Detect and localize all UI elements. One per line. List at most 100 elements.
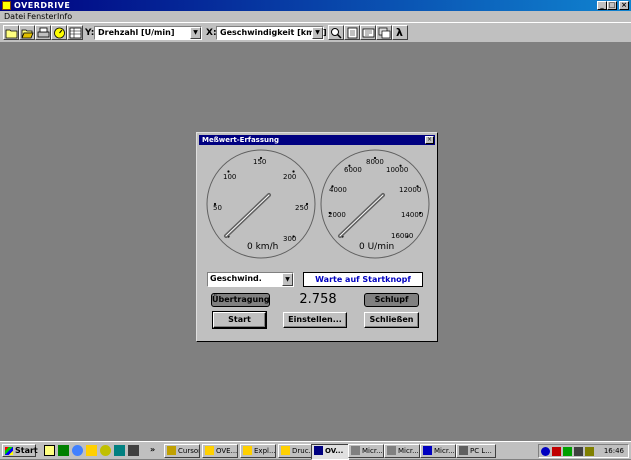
rpm-tick-2000: 2000	[328, 211, 346, 219]
network-icon[interactable]	[114, 445, 125, 456]
new-file-button[interactable]	[3, 25, 19, 40]
app-icon	[167, 446, 176, 455]
task-overdrive-1[interactable]: OVE...	[202, 444, 238, 458]
task-cursor[interactable]: Cursor	[164, 444, 200, 458]
stack-icon	[378, 27, 391, 39]
menu-info[interactable]: Info	[57, 12, 72, 21]
print-button[interactable]	[35, 25, 51, 40]
close-button[interactable]: ×	[619, 1, 629, 10]
zoom-button[interactable]	[328, 25, 344, 40]
close-dialog-button[interactable]: Schließen	[364, 312, 419, 328]
rpm-tick-10000: 10000	[386, 166, 409, 174]
app-title: OVERDRIVE	[14, 1, 71, 10]
page-button[interactable]	[344, 25, 360, 40]
speed-tick-250: 250	[295, 204, 309, 212]
more-icons-chevron[interactable]: »	[150, 445, 155, 454]
clock-icon	[54, 27, 65, 39]
toolbar: Y: Drehzahl [U/min] ▼ X: Geschwindigkeit…	[0, 22, 631, 43]
speed-tick-300: 300	[283, 235, 297, 243]
notepad-icon[interactable]	[44, 445, 55, 456]
rpm-tick-6000: 6000	[344, 166, 362, 174]
x-axis-label: X:	[206, 28, 217, 38]
task-printer[interactable]: Druc...	[278, 444, 314, 458]
folder-icon	[243, 446, 252, 455]
task-label: Micr...	[434, 447, 455, 455]
task-label: PC L...	[470, 447, 492, 455]
desktop-icon[interactable]	[128, 445, 139, 456]
menu-bar: Datei Fenster Info	[0, 11, 631, 22]
app-title-bar: OVERDRIVE _ □ ×	[0, 0, 631, 11]
app-icon	[351, 446, 360, 455]
start-button[interactable]: Start	[2, 444, 38, 457]
speed-tick-50: 50	[213, 204, 222, 212]
lambda-button[interactable]: λ	[392, 25, 408, 40]
chevron-down-icon[interactable]: ▼	[312, 27, 323, 39]
settings-button[interactable]: Einstellen...	[283, 312, 347, 328]
folder-icon[interactable]	[86, 445, 97, 456]
minimize-button[interactable]: _	[597, 1, 607, 10]
monitor-tray-icon[interactable]	[585, 447, 594, 456]
rpm-tick-14000: 14000	[401, 211, 424, 219]
rpm-tick-4000: 4000	[329, 186, 347, 194]
open-file-button[interactable]	[19, 25, 35, 40]
task-label: Micr...	[362, 447, 383, 455]
menu-datei[interactable]: Datei	[4, 12, 25, 21]
app-icon	[459, 446, 468, 455]
open-folder-icon	[21, 29, 34, 39]
gauge-button[interactable]	[51, 25, 67, 40]
globe-icon[interactable]	[72, 445, 83, 456]
y-axis-select[interactable]: Drehzahl [U/min] ▼	[94, 26, 202, 40]
speed-tick-200: 200	[283, 173, 297, 181]
speaker-tray-icon[interactable]	[574, 447, 583, 456]
app-icon[interactable]	[2, 1, 11, 10]
folder-icon	[281, 446, 290, 455]
magnifier-icon	[331, 28, 342, 39]
y-axis-label: Y:	[85, 28, 95, 38]
word-icon	[423, 446, 432, 455]
network-tray-icon[interactable]	[541, 447, 550, 456]
task-label: OVE...	[216, 447, 238, 455]
lambda-icon: λ	[396, 26, 403, 39]
rpm-tick-16000: 16000	[391, 232, 414, 240]
dialog-title-bar: Meßwert-Erfassung ×	[199, 135, 435, 145]
task-label: OV...	[325, 447, 344, 455]
x-axis-select[interactable]: Geschwindigkeit [km/h] ▼	[216, 26, 327, 40]
measured-value: 2.758	[299, 292, 337, 307]
app-icon	[387, 446, 396, 455]
task-micr-1[interactable]: Micr...	[348, 444, 384, 458]
signal-select[interactable]: Geschwind. ▼	[207, 272, 294, 287]
system-tray: 16:46	[538, 444, 629, 458]
start-measurement-button[interactable]: Start	[212, 311, 267, 329]
task-explorer[interactable]: Expl...	[240, 444, 276, 458]
task-pc-l[interactable]: PC L...	[456, 444, 496, 458]
task-micr-word[interactable]: Micr...	[420, 444, 456, 458]
measurement-dialog: Meßwert-Erfassung × 150 100 200 50 250 3…	[196, 132, 438, 342]
excel-icon[interactable]	[58, 445, 69, 456]
x-axis-value: Geschwindigkeit [km/h]	[220, 28, 327, 37]
app-tray-icon[interactable]	[563, 447, 572, 456]
report-icon	[362, 28, 375, 38]
slip-indicator: Schlupf	[364, 293, 419, 307]
signal-select-value: Geschwind.	[210, 274, 262, 283]
menu-fenster[interactable]: Fenster	[27, 12, 57, 21]
dialog-close-button[interactable]: ×	[425, 136, 434, 144]
maximize-button[interactable]: □	[607, 1, 617, 10]
rpm-tick-12000: 12000	[399, 186, 422, 194]
task-micr-2[interactable]: Micr...	[384, 444, 420, 458]
report-button[interactable]	[360, 25, 376, 40]
chevron-down-icon[interactable]: ▼	[190, 27, 201, 39]
status-display: Warte auf Startknopf	[303, 272, 423, 287]
rpm-tick-8000: 8000	[366, 158, 384, 166]
folder-icon	[205, 446, 214, 455]
tools-button[interactable]	[376, 25, 392, 40]
task-label: Cursor	[178, 447, 200, 455]
search-icon[interactable]	[100, 445, 111, 456]
taskbar: Start » Cursor OVE... Expl... Druc... OV…	[0, 441, 631, 460]
chevron-down-icon[interactable]: ▼	[282, 273, 293, 286]
dialog-title: Meßwert-Erfassung	[202, 136, 279, 144]
task-overdrive-active[interactable]: OV...	[311, 444, 349, 460]
clock: 16:46	[603, 447, 624, 455]
windows-logo-icon	[5, 447, 13, 455]
table-button[interactable]	[67, 25, 83, 40]
antivirus-tray-icon[interactable]	[552, 447, 561, 456]
